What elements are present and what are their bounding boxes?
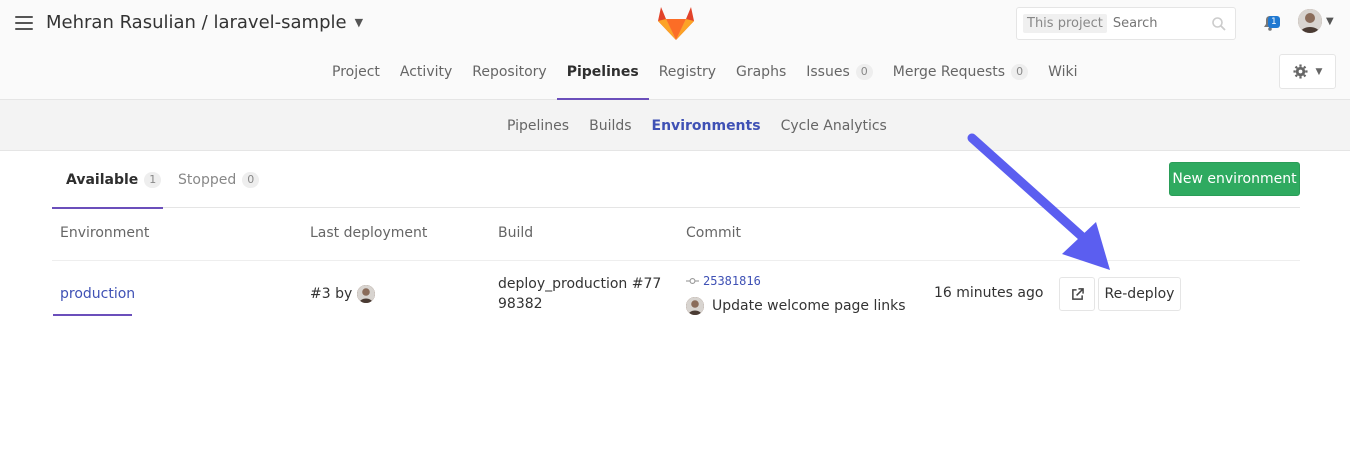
deployment-time: 16 minutes ago [934, 285, 1044, 301]
tab-available[interactable]: Available 1 [52, 151, 163, 209]
nav-label: Pipelines [566, 63, 639, 80]
user-menu-chevron-icon[interactable]: ▼ [1326, 16, 1334, 27]
commit-icon [686, 278, 699, 284]
sub-nav: Pipelines Builds Environments Cycle Anal… [0, 100, 1350, 151]
last-deployment: #3 by [310, 285, 376, 303]
nav-repository[interactable]: Repository [462, 44, 556, 100]
column-header-build: Build [498, 225, 534, 241]
available-count-badge: 1 [144, 171, 162, 188]
nav-merge-requests[interactable]: Merge Requests 0 [883, 44, 1038, 100]
nav-label: Merge Requests [892, 63, 1006, 80]
user-avatar[interactable] [1298, 9, 1322, 33]
gitlab-logo[interactable] [656, 4, 696, 42]
nav-wiki[interactable]: Wiki [1038, 44, 1087, 100]
subnav-cycle-analytics[interactable]: Cycle Analytics [771, 118, 897, 134]
settings-dropdown-button[interactable]: ▼ [1279, 54, 1336, 89]
nav-label: Repository [472, 63, 547, 80]
project-title-text: Mehran Rasulian / laravel-sample [46, 12, 347, 33]
subnav-environments[interactable]: Environments [642, 118, 771, 134]
open-external-button[interactable] [1059, 277, 1095, 311]
nav-activity[interactable]: Activity [390, 44, 462, 100]
top-header: Mehran Rasulian / laravel-sample ▼ This … [0, 0, 1350, 100]
search-box[interactable]: This project [1016, 7, 1236, 40]
annotation-arrow-icon [967, 133, 1110, 270]
gear-icon [1293, 64, 1308, 79]
commit-message: Update welcome page links [712, 298, 906, 314]
redeploy-button[interactable]: Re-deploy [1098, 277, 1181, 311]
nav-label: Activity [399, 63, 453, 80]
nav-label: Project [332, 63, 380, 80]
chevron-down-icon: ▼ [354, 16, 364, 29]
subnav-builds[interactable]: Builds [579, 118, 641, 134]
nav-issues[interactable]: Issues 0 [796, 44, 883, 100]
column-header-environment: Environment [60, 225, 150, 241]
column-header-commit: Commit [686, 225, 741, 241]
tab-label: Available [66, 171, 139, 188]
nav-label: Registry [658, 63, 716, 80]
chevron-down-icon: ▼ [1315, 66, 1323, 77]
search-scope[interactable]: This project [1023, 14, 1107, 33]
deployment-text: #3 by [310, 286, 353, 302]
commit-message-link[interactable]: Update welcome page links [686, 297, 906, 315]
nav-registry[interactable]: Registry [649, 44, 726, 100]
todo-count-badge: 1 [1268, 16, 1280, 28]
nav-label: Issues [806, 63, 850, 80]
commit-author-avatar [686, 297, 704, 315]
commit-sha: 25381816 [703, 274, 761, 288]
external-link-icon [1071, 287, 1084, 300]
nav-label: Wiki [1048, 63, 1078, 80]
commit-sha-link[interactable]: 25381816 [686, 274, 761, 288]
issues-count-badge: 0 [855, 64, 873, 80]
search-icon [1212, 17, 1226, 31]
nav-label: Graphs [736, 63, 787, 80]
tab-label: Stopped [178, 171, 237, 188]
column-header-last-deployment: Last deployment [310, 225, 428, 241]
build-link[interactable]: deploy_production #7798382 [498, 274, 670, 314]
nav-pipelines[interactable]: Pipelines [556, 44, 649, 100]
nav-graphs[interactable]: Graphs [726, 44, 796, 100]
main-nav: Project Activity Repository Pipelines Re… [322, 44, 1088, 100]
tab-stopped[interactable]: Stopped 0 [178, 151, 260, 208]
project-title[interactable]: Mehran Rasulian / laravel-sample ▼ [46, 12, 363, 33]
search-input[interactable] [1112, 16, 1213, 31]
menu-icon[interactable] [15, 16, 33, 32]
new-environment-button[interactable]: New environment [1169, 162, 1300, 196]
deployer-avatar[interactable] [357, 285, 376, 303]
nav-project[interactable]: Project [322, 44, 390, 100]
stopped-count-badge: 0 [242, 171, 260, 188]
merge-requests-count-badge: 0 [1011, 64, 1029, 80]
subnav-pipelines[interactable]: Pipelines [497, 118, 579, 134]
environment-link[interactable]: production [53, 261, 135, 316]
